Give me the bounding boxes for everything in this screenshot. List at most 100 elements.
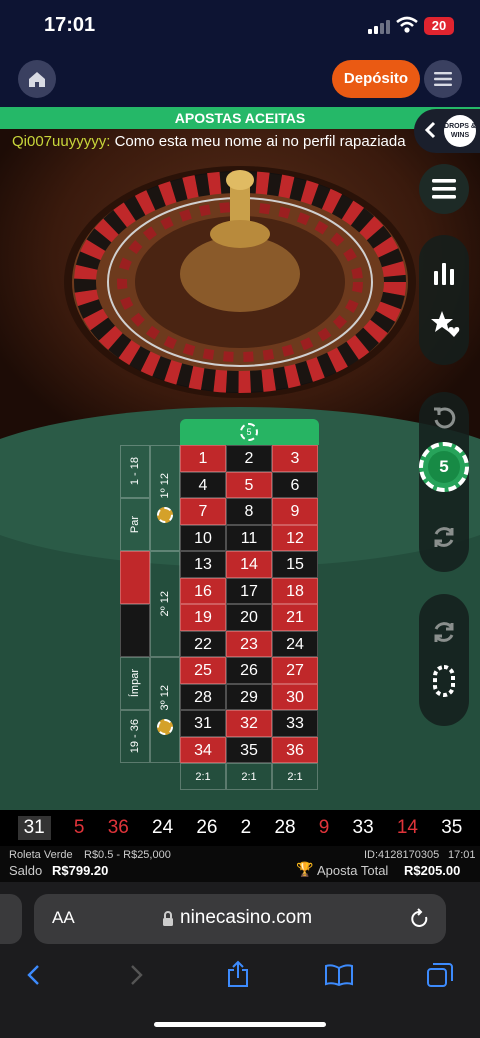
text-size-button[interactable]: AA [52,908,75,928]
number-cell-21[interactable]: 21 [272,604,318,631]
number-cell-20[interactable]: 20 [226,604,272,631]
number-cell-23[interactable]: 23 [226,630,272,657]
number-cell-19[interactable]: 19 [180,604,226,631]
history-result: 35 [441,817,463,838]
number-cell-9[interactable]: 9 [272,498,318,525]
bet-low-1-18[interactable]: 1 - 18 [120,445,150,498]
number-cell-26[interactable]: 26 [226,657,272,684]
number-cell-31[interactable]: 31 [180,710,226,737]
game-info-bar: Roleta Verde R$0.5 - R$25,000 ID:4128170… [0,846,480,882]
bet-high-label: 19 - 36 [129,719,141,754]
column-bet-3[interactable]: 2:1 [272,763,318,790]
number-cell-36[interactable]: 36 [272,736,318,763]
number-cell-12[interactable]: 12 [272,524,318,551]
history-result: 14 [396,817,418,838]
home-button[interactable] [18,60,56,98]
cellular-signal-icon [368,20,390,34]
home-indicator [154,1022,326,1027]
table-name: Roleta Verde [9,849,73,861]
bet-red[interactable] [120,551,150,604]
history-result: 2 [240,817,252,838]
game-menu-button[interactable] [419,164,469,214]
rebet-icon[interactable] [432,525,456,549]
stats-favorites-panel [419,235,469,365]
dozen-3-label: 3º 12 [159,685,171,711]
bet-dozen-1[interactable]: 1º 12 [150,445,180,551]
number-cell-16[interactable]: 16 [180,577,226,604]
tabs-icon[interactable] [426,962,454,988]
number-cell-7[interactable]: 7 [180,498,226,525]
zero-pocket[interactable]: 5 [180,419,319,445]
status-time: 17:01 [44,14,96,36]
hamburger-icon [432,179,456,199]
number-cell-4[interactable]: 4 [180,471,226,498]
number-cell-17[interactable]: 17 [226,577,272,604]
bet-chip-icon [157,506,173,523]
history-result: 24 [152,817,174,838]
bet-even[interactable]: Par [120,498,150,551]
drops-wins-logo: DROPS & WINS [444,115,476,147]
number-cell-29[interactable]: 29 [226,683,272,710]
chat-username: Qi007uuyyyyy: [12,133,111,150]
number-cell-3[interactable]: 3 [272,445,318,472]
history-result: 26 [196,817,218,838]
status-bar: 17:01 20 [0,0,480,52]
number-cell-14[interactable]: 14 [226,551,272,578]
number-cell-11[interactable]: 11 [226,524,272,551]
number-cell-32[interactable]: 32 [226,710,272,737]
bookmarks-icon[interactable] [324,964,354,986]
column-bet-2[interactable]: 2:1 [226,763,272,790]
number-cell-27[interactable]: 27 [272,657,318,684]
reload-icon[interactable] [410,908,430,930]
statistics-icon[interactable] [432,261,456,285]
bet-odd[interactable]: Ímpar [120,657,150,710]
racetrack-icon[interactable] [432,664,456,698]
chip-selector[interactable]: 5 [419,442,469,492]
total-bet-label: Aposta Total [317,863,389,878]
number-cell-33[interactable]: 33 [272,710,318,737]
back-icon[interactable] [26,964,40,986]
bet-black[interactable] [120,604,150,657]
number-cell-30[interactable]: 30 [272,683,318,710]
share-icon[interactable] [226,960,250,988]
undo-icon[interactable] [432,406,456,430]
site-menu-button[interactable] [424,60,462,98]
previous-tab-preview[interactable] [0,894,22,944]
number-cell-2[interactable]: 2 [226,445,272,472]
bet-dozen-2[interactable]: 2º 12 [150,551,180,657]
number-cell-5[interactable]: 5 [226,471,272,498]
bet-dozen-3[interactable]: 3º 12 [150,657,180,763]
number-cell-6[interactable]: 6 [272,471,318,498]
chat-text: Como esta meu nome ai no perfil rapaziad… [114,133,406,150]
forward-icon[interactable] [130,964,144,986]
number-cell-1[interactable]: 1 [180,445,226,472]
column-bet-1[interactable]: 2:1 [180,763,226,790]
address-bar[interactable]: AA ninecasino.com [34,894,446,944]
number-cell-25[interactable]: 25 [180,657,226,684]
number-cell-15[interactable]: 15 [272,551,318,578]
bet-high-19-36[interactable]: 19 - 36 [120,710,150,763]
number-cell-34[interactable]: 34 [180,736,226,763]
number-cell-22[interactable]: 22 [180,630,226,657]
number-cell-28[interactable]: 28 [180,683,226,710]
chat-message: Qi007uuyyyyy: Como esta meu nome ai no p… [12,133,406,150]
game-area: APOSTAS ACEITAS Qi007uuyyyyy: Como esta … [0,107,480,810]
deposit-button[interactable]: Depósito [332,60,420,98]
number-cell-35[interactable]: 35 [226,736,272,763]
balance-value: R$799.20 [52,863,109,878]
home-icon [29,72,45,87]
drops-wins-tab[interactable]: DROPS & WINS [414,109,480,153]
history-result: 33 [352,817,374,838]
number-cell-18[interactable]: 18 [272,577,318,604]
repeat-bet-icon[interactable] [432,620,456,644]
number-cell-24[interactable]: 24 [272,630,318,657]
round-id: ID:4128170305 [364,849,440,861]
number-cell-8[interactable]: 8 [226,498,272,525]
results-history: 31 5 36 24 26 2 28 9 33 14 35 [0,810,480,846]
number-cell-13[interactable]: 13 [180,551,226,578]
wifi-icon [396,16,418,33]
roulette-wheel [64,166,416,398]
number-cell-10[interactable]: 10 [180,524,226,551]
bets-accepted-banner: APOSTAS ACEITAS [0,107,480,129]
favorite-bets-icon[interactable] [430,309,460,339]
